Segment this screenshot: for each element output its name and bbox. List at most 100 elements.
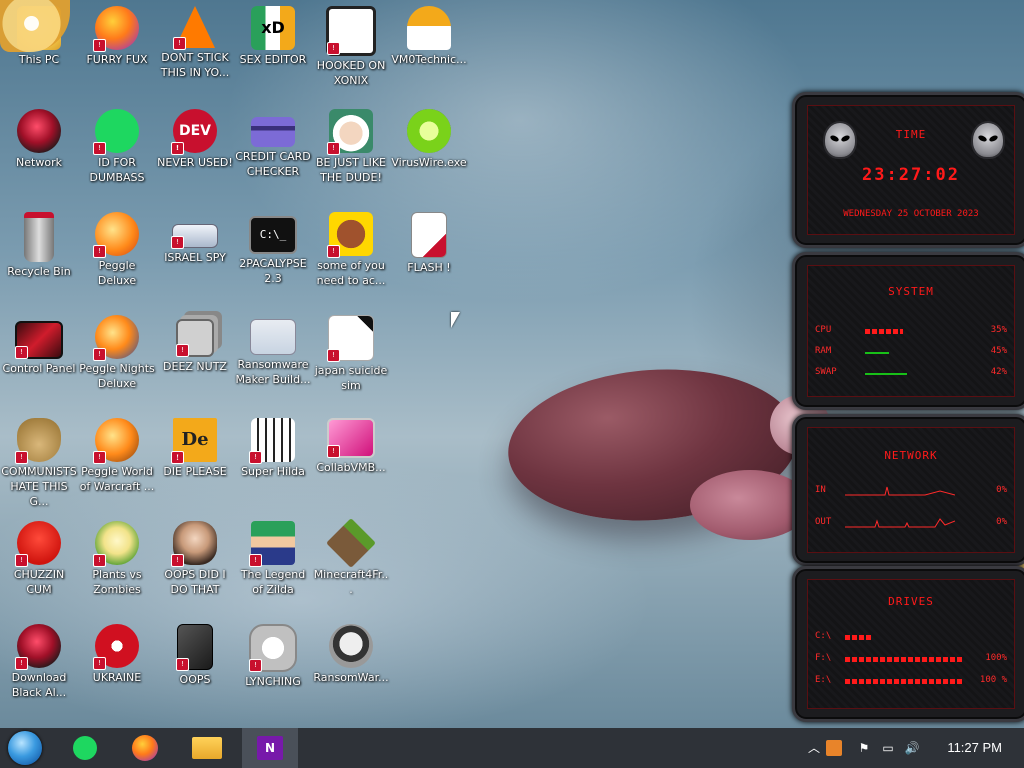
shield-icon: ! (327, 445, 340, 458)
shield-icon: ! (93, 39, 106, 52)
cpu-row: CPU 35% (815, 325, 1007, 339)
shield-icon: ! (93, 554, 106, 567)
desktop-icon-peggle-nights[interactable]: ! Peggle Nights Deluxe (78, 309, 156, 391)
drive-f-row: F:\ 100% (815, 653, 1007, 667)
alienware-orb-icon (17, 109, 61, 153)
network-tray-icon[interactable]: ▭ (880, 740, 896, 756)
desktop-icon-super-hilda[interactable]: ! Super Hilda (234, 412, 312, 479)
desktop-icon-recycle-bin[interactable]: Recycle Bin (0, 206, 78, 279)
desktop-icon-viruswire[interactable]: VirusWire.exe (390, 103, 468, 170)
desktop-icon-download-black-al[interactable]: ! Download Black Al... (0, 618, 78, 700)
icon-label: CollabVMB... (316, 461, 386, 474)
icon-label: This PC (18, 53, 60, 66)
desktop-icon-network[interactable]: Network (0, 103, 78, 170)
firefox-icon (132, 735, 158, 761)
desktop-icon-chuzzin-cum[interactable]: ! CHUZZIN CUM (0, 515, 78, 597)
grass-block-icon (326, 518, 376, 568)
icon-label: DONT STICK THIS IN YO... (160, 51, 230, 79)
taskbar-app-green[interactable] (58, 728, 114, 768)
shield-icon: ! (15, 554, 28, 567)
desktop-icon-hooked-on-xonix[interactable]: ! HOOKED ON XONIX (312, 0, 390, 88)
network-device-icon: ! (171, 224, 218, 249)
desktop-icon-ransomware-maker[interactable]: Ransomware Maker Build... (234, 309, 312, 387)
net-out-value: 0% (996, 517, 1007, 527)
taskbar-clock[interactable]: 11:27 PM (947, 740, 1002, 755)
start-orb-icon[interactable] (8, 731, 42, 765)
ram-bar (865, 352, 889, 354)
drive-c-row: C:\ (815, 631, 1007, 645)
volume-icon[interactable]: 🔊 (904, 740, 920, 756)
desktop-icon-communists[interactable]: ! COMMUNISTS HATE THIS G... (0, 412, 78, 509)
mouse-cursor-icon (451, 312, 460, 328)
desktop-icon-control-panel[interactable]: ! Control Panel (0, 309, 78, 376)
desktop-icon-legend-of-zilda[interactable]: ! The Legend of Zilda (234, 515, 312, 597)
desktop-icon-collabvm[interactable]: ! CollabVMB... (312, 412, 390, 475)
icon-label: BE JUST LIKE THE DUDE! (315, 156, 387, 184)
drive-e-bar (845, 679, 963, 684)
desktop-icon-peggle-wow[interactable]: ! Peggle World of Warcraft ... (78, 412, 156, 494)
icon-label: The Legend of Zilda (240, 568, 306, 596)
shield-icon: ! (249, 451, 262, 464)
drive-e-value: 100 % (979, 675, 1007, 685)
desktop-icon-peggle-deluxe[interactable]: ! Peggle Deluxe (78, 206, 156, 288)
ram-row: RAM 45% (815, 346, 1007, 360)
shield-icon: ! (249, 659, 262, 672)
desktop-icon-oops-did-i[interactable]: ! OOPS DID I DO THAT (156, 515, 234, 597)
net-in-value: 0% (996, 485, 1007, 495)
desktop-icon-lynching[interactable]: ! LYNCHING (234, 618, 312, 689)
drive-c-label: C:\ (815, 631, 832, 641)
desktop-icon-minecraft[interactable]: Minecraft4Fr... (312, 515, 390, 597)
taskbar-onenote[interactable]: N (242, 728, 298, 768)
desktop-icon-deez-nutz[interactable]: ! DEEZ NUTZ (156, 309, 234, 374)
stacked-windows-icon: ! (176, 319, 214, 357)
shield-icon: ! (327, 42, 340, 55)
desktop-icon-dont-stick[interactable]: ! DONT STICK THIS IN YO... (156, 0, 234, 80)
desktop-icon-never-used[interactable]: DEV! NEVER USED! (156, 103, 234, 170)
action-center-flag-icon[interactable]: ⚑ (856, 740, 872, 756)
desktop-icon-oops[interactable]: ! OOPS (156, 618, 234, 687)
desktop-icon-japan-suicide-sim[interactable]: ! japan suicide sim (312, 309, 390, 393)
pixel-dog-icon: ! (249, 418, 295, 464)
net-in-row: IN 0% (815, 485, 1007, 499)
shield-icon: ! (171, 236, 184, 249)
icon-label: OOPS (179, 673, 211, 686)
drive-f-bar (845, 657, 963, 662)
swap-label: SWAP (815, 367, 837, 377)
network-title: NETWORK (884, 449, 938, 462)
ram-label: RAM (815, 346, 832, 356)
icon-label: ID FOR DUMBASS (89, 156, 145, 184)
icon-label: UKRAINE (92, 671, 142, 684)
cpu-label: CPU (815, 325, 832, 335)
desktop-icon-id-for-dumbass[interactable]: ! ID FOR DUMBASS (78, 103, 156, 185)
desktop-icon-plants-vs-zombies[interactable]: ! Plants vs Zombies (78, 515, 156, 597)
desktop-icon-furry-fux[interactable]: ! FURRY FUX (78, 0, 156, 67)
time-date: WEDNESDAY 25 OCTOBER 2023 (843, 209, 979, 219)
ram-value: 45% (990, 346, 1007, 356)
gadget-drives: DRIVES C:\ F:\ 100% E:\ 100 % (792, 566, 1024, 722)
credit-card-icon (251, 117, 295, 147)
taskbar-file-explorer[interactable] (180, 728, 236, 768)
desktop-icon-2pacalypse[interactable]: C:\_ 2PACALYPSE 2.3 (234, 206, 312, 286)
desktop-icon-israel-spy[interactable]: ! ISRAEL SPY (156, 206, 234, 265)
icon-label: Minecraft4Fr... (313, 568, 389, 596)
shield-icon: ! (171, 554, 184, 567)
drive-f-value: 100% (985, 653, 1007, 663)
icon-label: VM0Technic... (391, 53, 467, 66)
desktop-icon-credit-card-checker[interactable]: CREDIT CARD CHECKER (234, 103, 312, 179)
desktop-icon-vm0technic[interactable]: VM0Technic... (390, 0, 468, 67)
desktop-icon-some-of-you[interactable]: ! some of you need to ac... (312, 206, 390, 288)
desktop-icon-ransomwar[interactable]: RansomWar... (312, 618, 390, 685)
show-hidden-icons-chevron-icon[interactable]: ︿ (806, 740, 822, 756)
desktop-icon-be-just-like-the-dude[interactable]: ! BE JUST LIKE THE DUDE! (312, 103, 390, 185)
taskbar-firefox[interactable] (118, 728, 174, 768)
desktop-icon-flash[interactable]: FLASH ! (390, 206, 468, 275)
red-chuzzle-icon: ! (15, 521, 61, 567)
desktop-icon-sex-editor[interactable]: xD SEX EDITOR (234, 0, 312, 67)
icon-label: DEEZ NUTZ (163, 360, 227, 373)
desktop-icon-ukraine[interactable]: ! UKRAINE (78, 618, 156, 685)
hxd-icon: xD (251, 6, 295, 50)
tray-app-orange-icon[interactable] (826, 740, 842, 756)
desktop-icon-die-please[interactable]: De! DIE PLEASE (156, 412, 234, 479)
vlc-cone-icon: ! (173, 6, 215, 50)
icon-label: HOOKED ON XONIX (316, 59, 386, 87)
